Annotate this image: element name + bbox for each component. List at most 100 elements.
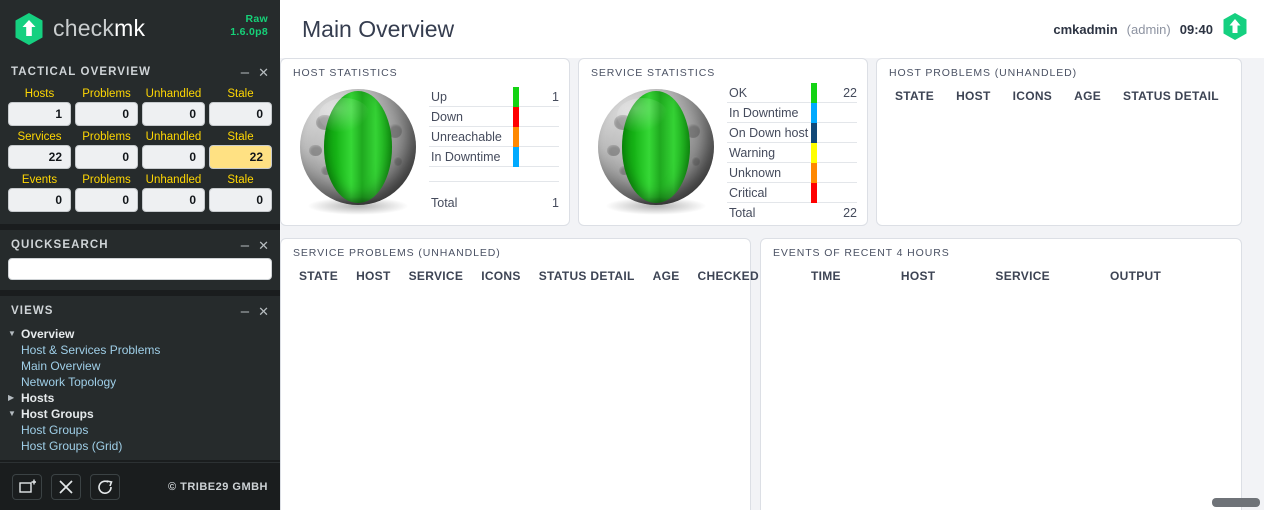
tactical-value-events[interactable]: 0 [8,188,71,212]
views-group-label: Hosts [21,391,55,405]
close-icon[interactable]: ✕ [258,239,269,252]
tactical-value-event-stale[interactable]: 0 [209,188,272,212]
table-row[interactable]: Critical [727,182,857,203]
total-bar-placeholder [811,203,817,223]
column-header-checked[interactable]: CHECKED [698,269,759,283]
sidebar-logo-bar: checkmk Raw 1.6.0p8 [0,0,280,57]
table-row[interactable]: Unknown [727,162,857,183]
column-header-host[interactable]: HOST [956,89,991,103]
minimize-icon[interactable]: – [241,65,249,80]
column-header-status-detail[interactable]: STATUS DETAIL [539,269,635,283]
tactical-label: Problems [82,174,131,186]
stat-label: Unknown [729,165,782,180]
minimize-icon[interactable]: – [241,304,249,319]
tactical-value-service-unhandled[interactable]: 0 [142,145,205,169]
application-root: checkmk Raw 1.6.0p8 Tactical Overview – … [0,0,1264,510]
table-row[interactable]: Down [429,106,559,127]
close-icon[interactable]: ✕ [258,305,269,318]
tactical-label: Events [21,174,58,186]
username-label: cmkadmin [1053,21,1118,37]
tactical-label: Stale [227,88,254,100]
column-header-state[interactable]: STATE [299,269,338,283]
column-header-status-detail[interactable]: STATUS DETAIL [1123,89,1219,103]
column-header-time[interactable]: TIME [811,269,841,283]
column-header-output[interactable]: OUTPUT [1110,269,1161,283]
checkmk-hexagon-logo-icon[interactable] [1222,12,1248,46]
main-content: Main Overview cmkadmin (admin) 09:40 Hos… [280,0,1264,510]
tactical-value-event-unhandled[interactable]: 0 [142,188,205,212]
logout-icon[interactable] [90,473,120,500]
views-group-host-groups[interactable]: ▼ Host Groups [8,406,272,422]
host-pie-sphere-icon [287,81,429,216]
sidebar-item-main-overview[interactable]: Main Overview [8,358,272,374]
tactical-value-host-unhandled[interactable]: 0 [142,102,205,126]
column-header-icons[interactable]: ICONS [1013,89,1053,103]
tactical-label: Unhandled [145,88,202,100]
total-bar-placeholder [513,193,519,213]
user-role-label: (admin) [1126,21,1171,37]
tactical-value-event-problems[interactable]: 0 [75,188,138,212]
checkmk-hexagon-logo-icon[interactable] [14,12,44,46]
minimize-icon[interactable]: – [241,238,249,253]
column-header-age[interactable]: AGE [1074,89,1101,103]
tactical-value-services[interactable]: 22 [8,145,71,169]
tactical-value-host-stale[interactable]: 0 [209,102,272,126]
column-header-icons[interactable]: ICONS [481,269,521,283]
views-tree: ▼ Overview Host & Services Problems Main… [0,324,280,460]
sidebar-item-host-groups[interactable]: Host Groups [8,422,272,438]
views-item-label: Network Topology [21,375,117,389]
stat-label: In Downtime [729,105,799,120]
snapin-actions: – ✕ [241,238,269,253]
views-group-hosts[interactable]: ▶ Hosts [8,390,272,406]
snapin-title-quicksearch: Quicksearch [11,239,109,251]
table-row-total: Total 22 [727,203,857,223]
tactical-value-service-problems[interactable]: 0 [75,145,138,169]
views-group-overview[interactable]: ▼ Overview [8,326,272,342]
column-header-host[interactable]: HOST [901,269,936,283]
add-snapin-icon[interactable] [12,473,42,500]
header-user-area: cmkadmin (admin) 09:40 [1053,12,1248,46]
panel-recent-events[interactable]: Events of recent 4 hours TIME HOST SERVI… [760,238,1242,510]
stat-label: Up [431,89,447,104]
search-input[interactable] [8,258,272,280]
table-row[interactable]: On Down host [727,122,857,143]
tactical-label: Hosts [24,88,55,100]
views-item-label: Host & Services Problems [21,343,161,357]
table-row[interactable]: Unreachable [429,126,559,147]
panel-host-statistics[interactable]: Host Statistics [280,58,570,226]
panel-host-problems[interactable]: Host Problems (unhandled) STATE HOST ICO… [876,58,1242,226]
table-row[interactable]: In Downtime [727,102,857,123]
version-info: Raw 1.6.0p8 [230,13,268,39]
sidebar-item-network-topology[interactable]: Network Topology [8,374,272,390]
sidebar-item-host-services-problems[interactable]: Host & Services Problems [8,342,272,358]
column-header-service[interactable]: SERVICE [409,269,464,283]
snapin-header: Quicksearch – ✕ [0,230,280,258]
table-row[interactable]: OK 22 [727,82,857,103]
stat-label: Critical [729,185,768,200]
panel-service-problems[interactable]: Service Problems (unhandled) STATE HOST … [280,238,759,510]
total-label: Total [431,196,458,210]
tactical-value-host-problems[interactable]: 0 [75,102,138,126]
column-header-state[interactable]: STATE [895,89,934,103]
column-header-host[interactable]: HOST [356,269,391,283]
edit-off-icon[interactable] [51,473,81,500]
tactical-value-service-stale[interactable]: 22 [209,145,272,169]
table-row[interactable]: Up 1 [429,86,559,107]
table-spacer-row [429,182,559,193]
table-row[interactable]: Warning [727,142,857,163]
close-icon[interactable]: ✕ [258,66,269,79]
sidebar: checkmk Raw 1.6.0p8 Tactical Overview – … [0,0,280,510]
chevron-right-icon: ▶ [8,393,15,402]
horizontal-scrollbar-thumb[interactable] [1212,498,1260,507]
state-color-bar [513,126,519,147]
state-color-bar [811,162,817,183]
column-header-service[interactable]: SERVICE [995,269,1050,283]
stat-value: 1 [552,89,559,104]
panel-service-statistics[interactable]: Service Statistics [578,58,868,226]
table-row[interactable]: In Downtime [429,146,559,167]
sidebar-item-host-groups-grid[interactable]: Host Groups (Grid) [8,438,272,454]
column-header-age[interactable]: AGE [653,269,680,283]
tactical-value-hosts[interactable]: 1 [8,102,71,126]
snapin-header: Tactical Overview – ✕ [0,57,280,85]
clock-label: 09:40 [1179,21,1213,37]
